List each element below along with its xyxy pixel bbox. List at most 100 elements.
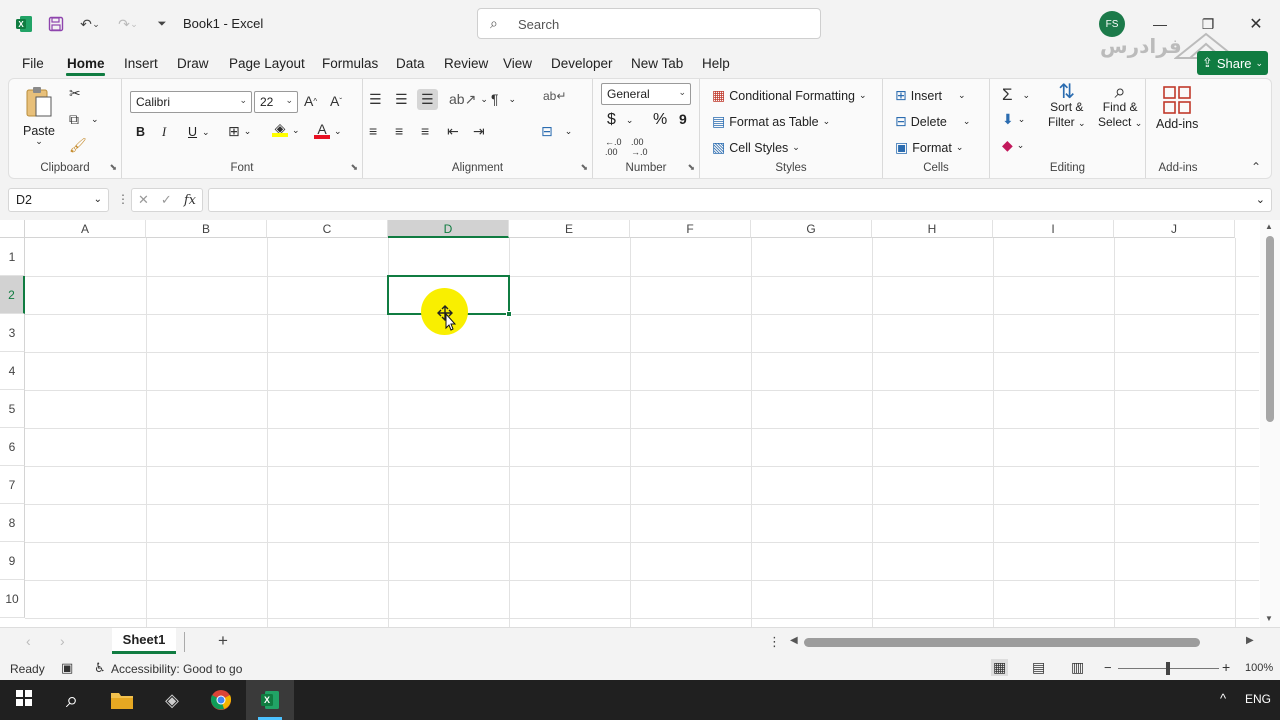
dialog-launcher-icon[interactable]: ⬊ bbox=[580, 162, 588, 173]
app-icon[interactable]: ◈ bbox=[148, 680, 196, 720]
close-icon[interactable]: ✕ bbox=[1244, 12, 1268, 36]
row-header[interactable]: 8 bbox=[0, 504, 25, 542]
select-all-corner[interactable] bbox=[0, 220, 25, 238]
row-header[interactable]: 7 bbox=[0, 466, 25, 504]
horizontal-scroll-thumb[interactable] bbox=[804, 638, 1200, 647]
scroll-left-icon[interactable]: ◀ bbox=[790, 635, 798, 646]
font-name-select[interactable]: Calibri ⌄ bbox=[130, 91, 252, 113]
redo-dropdown-icon[interactable]: ⌄ bbox=[128, 12, 140, 36]
tab-view[interactable]: View bbox=[503, 56, 532, 71]
increase-indent-button[interactable]: ⇥ bbox=[473, 123, 485, 140]
merge-center-button[interactable]: ⊟ ⌄ bbox=[541, 123, 572, 140]
column-header[interactable]: E bbox=[509, 220, 630, 238]
fill-handle[interactable] bbox=[506, 311, 512, 317]
column-header[interactable]: I bbox=[993, 220, 1114, 238]
middle-align-button[interactable]: ☰ bbox=[395, 91, 408, 108]
zoom-slider-thumb[interactable] bbox=[1166, 662, 1170, 675]
clear-button[interactable]: ◆ ⌄ bbox=[1002, 137, 1024, 154]
tab-file[interactable]: File bbox=[22, 56, 44, 71]
cell-styles-button[interactable]: ▧ Cell Styles ⌄ bbox=[712, 139, 800, 156]
tab-home[interactable]: Home bbox=[67, 56, 105, 71]
insert-function-button[interactable]: fx bbox=[184, 193, 196, 208]
tab-draw[interactable]: Draw bbox=[177, 56, 209, 71]
scroll-down-icon[interactable]: ▼ bbox=[1265, 614, 1273, 623]
decrease-decimal-button[interactable]: .00 →.0 bbox=[631, 137, 648, 157]
tab-page-layout[interactable]: Page Layout bbox=[229, 56, 305, 71]
top-align-button[interactable]: ☰ bbox=[369, 91, 382, 108]
worksheet-grid[interactable]: A B C D E F G H I J 1 2 3 4 5 6 7 8 9 10 bbox=[0, 220, 1280, 627]
find-select-button[interactable]: ⌕ Find & Select ⌄ bbox=[1098, 82, 1142, 131]
font-color-button[interactable]: A ⌄ bbox=[314, 122, 342, 139]
comma-style-button[interactable]: 9 bbox=[679, 111, 687, 127]
row-header[interactable]: 1 bbox=[0, 238, 25, 276]
column-header[interactable]: B bbox=[146, 220, 267, 238]
chrome-icon[interactable] bbox=[197, 680, 245, 720]
row-header[interactable]: 9 bbox=[0, 542, 25, 580]
column-header-selected[interactable]: D bbox=[388, 220, 509, 238]
addins-button[interactable]: Add-ins bbox=[1156, 85, 1198, 131]
page-break-view-icon[interactable]: ▥ bbox=[1071, 659, 1084, 676]
tab-split-handle-icon[interactable]: ⋮ bbox=[768, 634, 781, 650]
expand-formula-bar-icon[interactable]: ⌄ bbox=[1256, 193, 1265, 206]
column-header[interactable]: H bbox=[872, 220, 993, 238]
column-header[interactable]: G bbox=[751, 220, 872, 238]
vertical-scroll-thumb[interactable] bbox=[1266, 236, 1274, 422]
cut-button[interactable]: ✂ bbox=[69, 85, 81, 102]
column-header[interactable]: A bbox=[25, 220, 146, 238]
orientation-button[interactable]: ab↗ ⌄ bbox=[449, 91, 488, 108]
page-layout-view-icon[interactable]: ▤ bbox=[1032, 659, 1045, 676]
sheet-tab-active[interactable]: Sheet1 bbox=[112, 628, 176, 654]
tab-new-tab[interactable]: New Tab bbox=[631, 56, 683, 71]
normal-view-icon[interactable]: ▦ bbox=[991, 659, 1009, 676]
paragraph-direction-button[interactable]: ¶ ⌄ bbox=[491, 91, 516, 107]
borders-button[interactable]: ⊞ ⌄ bbox=[228, 123, 251, 140]
align-right-button[interactable]: ≡ bbox=[421, 123, 429, 139]
insert-cells-button[interactable]: ⊞ Insert ⌄ bbox=[895, 87, 966, 104]
row-header[interactable]: 3 bbox=[0, 314, 25, 352]
search-taskbar-icon[interactable]: ⌕ bbox=[48, 680, 96, 720]
sort-filter-button[interactable]: ⇅ Sort & Filter ⌄ bbox=[1048, 82, 1086, 131]
tab-insert[interactable]: Insert bbox=[124, 56, 158, 71]
show-hidden-icons-icon[interactable]: ^ bbox=[1220, 691, 1226, 706]
row-header[interactable]: 4 bbox=[0, 352, 25, 390]
row-header[interactable]: 6 bbox=[0, 428, 25, 466]
row-header[interactable]: 5 bbox=[0, 390, 25, 428]
align-center-button[interactable]: ≡ bbox=[395, 123, 403, 139]
decrease-indent-button[interactable]: ⇤ bbox=[447, 123, 459, 140]
row-header[interactable]: 10 bbox=[0, 580, 25, 618]
font-size-select[interactable]: 22 ⌄ bbox=[254, 91, 298, 113]
decrease-font-size-button[interactable]: Aˇ bbox=[330, 93, 342, 109]
undo-dropdown-icon[interactable]: ⌄ bbox=[90, 12, 102, 36]
dialog-launcher-icon[interactable]: ⬊ bbox=[109, 162, 117, 173]
formula-input[interactable]: ⌄ bbox=[208, 188, 1272, 212]
wrap-text-button[interactable]: ab↵ bbox=[543, 89, 566, 103]
fill-color-button[interactable]: ◈ ⌄ bbox=[272, 121, 300, 137]
add-sheet-button[interactable]: + bbox=[218, 631, 228, 651]
share-button[interactable]: ⇪ Share ⌄ bbox=[1197, 51, 1268, 75]
percent-button[interactable]: % bbox=[653, 111, 667, 129]
fill-button[interactable]: ⬇ ⌄ bbox=[1002, 111, 1025, 128]
file-explorer-icon[interactable] bbox=[98, 680, 146, 720]
format-cells-button[interactable]: ▣ Format ⌄ bbox=[895, 139, 963, 156]
format-as-table-button[interactable]: ▤ Format as Table ⌄ bbox=[712, 113, 830, 130]
accessibility-icon[interactable]: ♿ bbox=[94, 660, 106, 676]
zoom-out-icon[interactable]: − bbox=[1104, 660, 1112, 675]
delete-cells-button[interactable]: ⊟ Delete ⌄ bbox=[895, 113, 970, 130]
align-left-button[interactable]: ≡ bbox=[369, 123, 377, 139]
copy-button[interactable]: ⧉ ⌄ bbox=[69, 111, 99, 128]
currency-button[interactable]: $ ⌄ bbox=[607, 111, 633, 129]
scroll-right-icon[interactable]: ▶ bbox=[1246, 635, 1254, 646]
format-painter-button[interactable]: 🖌 bbox=[69, 137, 87, 154]
macro-record-icon[interactable]: ▣ bbox=[61, 660, 73, 676]
paste-button[interactable]: Paste ⌄ bbox=[23, 85, 55, 147]
name-box[interactable]: D2 ⌄ bbox=[8, 188, 109, 212]
column-header[interactable]: J bbox=[1114, 220, 1235, 238]
prev-sheet-icon[interactable]: ‹ bbox=[26, 633, 31, 649]
excel-taskbar-icon[interactable]: X bbox=[246, 680, 294, 720]
save-icon[interactable] bbox=[44, 12, 68, 36]
zoom-in-icon[interactable]: + bbox=[1222, 659, 1230, 675]
tab-help[interactable]: Help bbox=[702, 56, 730, 71]
start-button[interactable] bbox=[0, 680, 48, 720]
tab-data[interactable]: Data bbox=[396, 56, 425, 71]
conditional-formatting-button[interactable]: ▦ Conditional Formatting ⌄ bbox=[712, 87, 867, 104]
